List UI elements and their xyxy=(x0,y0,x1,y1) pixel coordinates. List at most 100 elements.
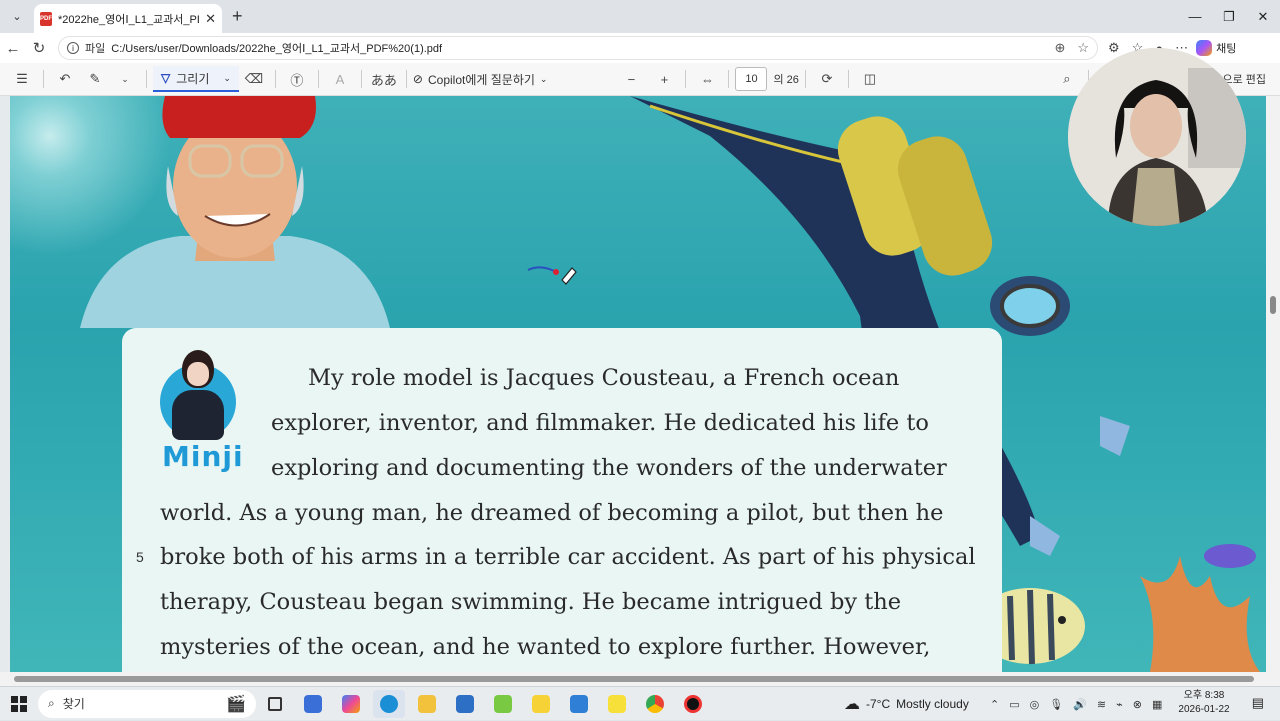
undo-icon[interactable]: ↶ xyxy=(53,67,77,91)
divider xyxy=(685,70,687,88)
divider xyxy=(274,70,276,88)
translate-icon[interactable]: ああ xyxy=(371,67,397,91)
clock-time: 오후 8:38 xyxy=(1183,690,1225,701)
system-tray: ⌃ ▭ ◎ 🎙 🔊 ≋ ⌁ ⊗ ▦ xyxy=(990,687,1162,721)
taskbar-search[interactable]: ⌕ 찾기 🎬 xyxy=(38,689,256,718)
draw-button[interactable]: ▽ 그리기 ⌄ xyxy=(153,66,239,92)
passage-line: My role model is Jacques Cousteau, a Fre… xyxy=(308,365,900,391)
info-icon[interactable]: i xyxy=(67,42,79,54)
speaker-name: Minji xyxy=(162,440,244,473)
scroll-thumb[interactable] xyxy=(1270,296,1276,314)
mail-icon[interactable] xyxy=(449,690,481,718)
battery-icon[interactable]: ▭ xyxy=(1009,698,1019,711)
store-icon[interactable] xyxy=(297,690,329,718)
horizontal-scrollbar[interactable] xyxy=(0,672,1280,686)
extensions-icon[interactable]: ⚙ xyxy=(1108,40,1120,56)
sticky-notes-icon[interactable] xyxy=(525,690,557,718)
browser-tab-active[interactable]: PDF *2022he_영어Ⅰ_L1_교과서_PDF (1 ✕ xyxy=(34,4,222,33)
copilot-chat-button[interactable]: 채팅 xyxy=(1196,40,1236,56)
start-button[interactable] xyxy=(0,695,38,712)
passage-line: broke both of his arms in a terrible car… xyxy=(160,544,976,570)
chevron-down-icon[interactable]: ⌄ xyxy=(113,67,137,91)
page-view-icon[interactable]: ◫ xyxy=(858,67,882,91)
line-number: 5 xyxy=(136,549,144,565)
pdf-page: Minji My role model is Jacques Cousteau,… xyxy=(10,96,1266,672)
zoom-out-icon[interactable]: − xyxy=(619,67,643,91)
chrome-icon[interactable] xyxy=(639,690,671,718)
passage-line: mysteries of the ocean, and he wanted to… xyxy=(160,634,931,660)
task-view-icon[interactable] xyxy=(259,690,291,718)
url-text[interactable]: C:/Users/user/Downloads/2022he_영어Ⅰ_L1_교과… xyxy=(111,40,442,56)
volume-icon[interactable]: 🔊 xyxy=(1073,698,1087,711)
address-bar[interactable]: i 파일 C:/Users/user/Downloads/2022he_영어Ⅰ_… xyxy=(58,36,1098,60)
divider xyxy=(317,70,319,88)
ask-copilot-button[interactable]: ⊘ Copilot에게 질문하기 ⌄ xyxy=(413,71,548,88)
browser-tab-bar: ⌄ PDF *2022he_영어Ⅰ_L1_교과서_PDF (1 ✕ + — ❐ … xyxy=(0,0,1280,33)
keyboard-icon[interactable]: ▦ xyxy=(1152,698,1162,711)
copilot-logo-icon xyxy=(1196,40,1213,56)
tab-close-icon[interactable]: ✕ xyxy=(205,11,216,27)
file-explorer-icon[interactable] xyxy=(411,690,443,718)
coral-reef-illustration xyxy=(1140,544,1260,672)
cloud-icon: ☁ xyxy=(844,696,860,713)
vertical-scrollbar[interactable] xyxy=(1266,96,1280,672)
fit-width-icon[interactable]: ⇔ xyxy=(695,67,719,91)
passage-line: world. As a young man, he dreamed of bec… xyxy=(160,500,944,526)
green-app-icon[interactable] xyxy=(487,690,519,718)
page-number-input[interactable]: 10 xyxy=(735,67,768,91)
notes-app-icon[interactable] xyxy=(563,690,595,718)
weather-desc: Mostly cloudy xyxy=(896,697,969,711)
new-tab-icon[interactable]: + xyxy=(232,6,243,27)
copilot-icon: ⊘ xyxy=(412,72,423,86)
back-icon[interactable]: ← xyxy=(0,40,26,57)
kakaotalk-icon[interactable] xyxy=(601,690,633,718)
passage-line: explorer, inventor, and filmmaker. He de… xyxy=(271,410,929,436)
minimize-icon[interactable]: — xyxy=(1178,0,1212,33)
record-icon[interactable] xyxy=(677,690,709,718)
eraser-icon[interactable]: ⌫ xyxy=(242,67,266,91)
divider xyxy=(405,70,407,88)
chevron-down-icon: ⌄ xyxy=(539,73,548,84)
passage-line: therapy, Cousteau began swimming. He bec… xyxy=(160,589,902,615)
tab-actions-menu-icon[interactable]: ⌄ xyxy=(6,6,28,28)
pdf-file-icon: PDF xyxy=(40,11,52,26)
refresh-icon[interactable]: ↻ xyxy=(26,39,52,57)
highlight-icon[interactable]: ✎ xyxy=(83,67,107,91)
windows-logo-icon xyxy=(11,695,27,712)
ask-copilot-label: Copilot에게 질문하기 xyxy=(427,72,535,87)
text-box-icon[interactable]: Ⓣ xyxy=(285,67,309,91)
zoom-icon[interactable]: ⊕ xyxy=(1054,40,1065,56)
minji-avatar xyxy=(160,350,236,440)
show-hidden-icons-icon[interactable]: ⌃ xyxy=(990,698,999,711)
edge-browser-icon[interactable] xyxy=(373,689,405,718)
close-window-icon[interactable]: ✕ xyxy=(1246,0,1280,33)
window-controls: — ❐ ✕ xyxy=(1178,0,1280,33)
favorite-star-icon[interactable]: ☆ xyxy=(1077,40,1089,56)
draw-label: 그리기 xyxy=(176,71,210,86)
scroll-thumb[interactable] xyxy=(14,676,1254,682)
passage-line: exploring and documenting the wonders of… xyxy=(271,455,947,481)
page-total: 의 26 xyxy=(773,74,799,86)
microphone-icon[interactable]: 🎙 xyxy=(1049,698,1063,711)
rotate-icon[interactable]: ⟳ xyxy=(815,67,839,91)
pen-icon: ▽ xyxy=(161,71,171,85)
camera-icon[interactable]: ◎ xyxy=(1030,698,1040,711)
zoom-in-icon[interactable]: + xyxy=(652,67,676,91)
network-icon[interactable]: ⌁ xyxy=(1116,698,1123,711)
restore-icon[interactable]: ❐ xyxy=(1212,0,1246,33)
wifi-icon[interactable]: ≋ xyxy=(1097,698,1106,711)
read-aloud-icon[interactable]: A xyxy=(328,67,352,91)
weather-widget[interactable]: ☁ -7°C Mostly cloudy xyxy=(844,687,969,721)
search-icon[interactable]: ⌕ xyxy=(1055,67,1079,91)
search-highlight-icon: 🎬 xyxy=(226,695,246,713)
clock[interactable]: 오후 8:38 2026-01-22 xyxy=(1172,689,1236,717)
divider xyxy=(360,70,362,88)
ime-icon[interactable]: ⊗ xyxy=(1133,698,1142,711)
copilot-app-icon[interactable] xyxy=(335,690,367,718)
address-bar-row: ← ↻ i 파일 C:/Users/user/Downloads/2022he_… xyxy=(0,33,1280,63)
chevron-down-icon: ⌄ xyxy=(223,72,231,83)
notification-icon[interactable]: ▤ xyxy=(1252,695,1264,711)
table-of-contents-icon[interactable]: ☰ xyxy=(10,67,34,91)
pen-annotation-stroke xyxy=(527,266,577,285)
tab-title: *2022he_영어Ⅰ_L1_교과서_PDF (1 xyxy=(58,13,200,26)
